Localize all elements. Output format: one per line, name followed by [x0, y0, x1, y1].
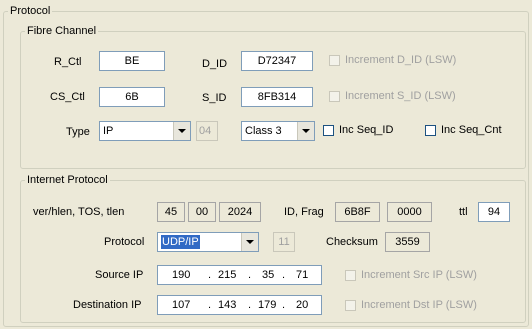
increment-d-id-label: Increment D_ID (LSW): [345, 54, 457, 66]
source-ip-label: Source IP: [95, 269, 144, 281]
inc-seq-cnt-label: Inc Seq_Cnt: [441, 124, 502, 136]
type-dropdown-button[interactable]: [173, 122, 190, 140]
protocol-code-field: [273, 232, 295, 252]
type-code-field: [196, 121, 218, 141]
source-ip-octet-3: 35: [262, 269, 275, 281]
destination-ip-octet-4: 20: [296, 299, 309, 311]
ver-hlen-tos-tlen-label: ver/hlen, TOS, tlen: [33, 206, 125, 218]
type-dropdown[interactable]: IP: [99, 121, 191, 141]
ip-dot: .: [282, 299, 286, 311]
protocol-label: Protocol: [104, 236, 145, 248]
source-ip-octet-2: 215: [218, 269, 237, 281]
type-label: Type: [66, 126, 90, 138]
class-dropdown[interactable]: Class 3: [241, 121, 315, 141]
ip-dot: .: [208, 299, 212, 311]
inc-seq-cnt-checkbox[interactable]: [425, 125, 436, 136]
destination-ip-octet-3: 179: [258, 299, 277, 311]
destination-ip-input[interactable]: 107 . 143 . 179 . 20: [157, 295, 322, 315]
ttl-input[interactable]: [478, 202, 510, 222]
protocol-dropdown-button[interactable]: [241, 233, 258, 251]
fibre-channel-title: Fibre Channel: [27, 25, 97, 37]
source-ip-octet-1: 190: [172, 269, 191, 281]
increment-dst-ip-label: Increment Dst IP (LSW): [361, 299, 477, 311]
internet-protocol-title: Internet Protocol: [27, 174, 108, 186]
class-dropdown-button[interactable]: [297, 122, 314, 140]
ip-dot: .: [208, 269, 212, 281]
chevron-down-icon: [178, 129, 186, 133]
increment-s-id-label: Increment S_ID (LSW): [345, 90, 456, 102]
class-dropdown-value: Class 3: [245, 125, 282, 137]
frag-field: [387, 202, 432, 222]
increment-src-ip-label: Increment Src IP (LSW): [361, 269, 477, 281]
tos-field: [188, 202, 216, 222]
r-ctl-input[interactable]: [99, 51, 165, 71]
destination-ip-label: Destination IP: [73, 299, 142, 311]
increment-src-ip-checkbox[interactable]: [345, 270, 356, 281]
s-id-input[interactable]: [241, 87, 313, 107]
r-ctl-label: R_Ctl: [54, 56, 82, 68]
d-id-input[interactable]: [241, 51, 313, 71]
tlen-field: [219, 202, 261, 222]
increment-d-id-checkbox[interactable]: [329, 55, 340, 66]
inc-seq-id-checkbox[interactable]: [323, 125, 334, 136]
destination-ip-octet-1: 107: [172, 299, 191, 311]
destination-ip-octet-2: 143: [218, 299, 237, 311]
ip-dot: .: [248, 299, 252, 311]
chevron-down-icon: [302, 129, 310, 133]
ver-hlen-field: [157, 202, 185, 222]
cs-ctl-label: CS_Ctl: [50, 91, 85, 103]
increment-dst-ip-checkbox[interactable]: [345, 300, 356, 311]
protocol-dropdown[interactable]: UDP/IP: [157, 232, 259, 252]
type-dropdown-value: IP: [103, 125, 114, 137]
chevron-down-icon: [246, 240, 254, 244]
d-id-label: D_ID: [202, 58, 228, 70]
checksum-field: [385, 232, 430, 252]
checksum-label: Checksum: [326, 236, 378, 248]
cs-ctl-input[interactable]: [99, 87, 165, 107]
source-ip-input[interactable]: 190 . 215 . 35 . 71: [157, 265, 322, 285]
ttl-label: ttl: [459, 206, 468, 218]
increment-s-id-checkbox[interactable]: [329, 91, 340, 102]
s-id-label: S_ID: [202, 92, 227, 104]
id-frag-label: ID, Frag: [284, 206, 324, 218]
ip-dot: .: [248, 269, 252, 281]
inc-seq-id-label: Inc Seq_ID: [339, 124, 394, 136]
source-ip-octet-4: 71: [296, 269, 309, 281]
protocol-group-title: Protocol: [10, 5, 51, 17]
protocol-dropdown-value: UDP/IP: [161, 235, 200, 249]
id-field: [335, 202, 380, 222]
ip-dot: .: [282, 269, 286, 281]
